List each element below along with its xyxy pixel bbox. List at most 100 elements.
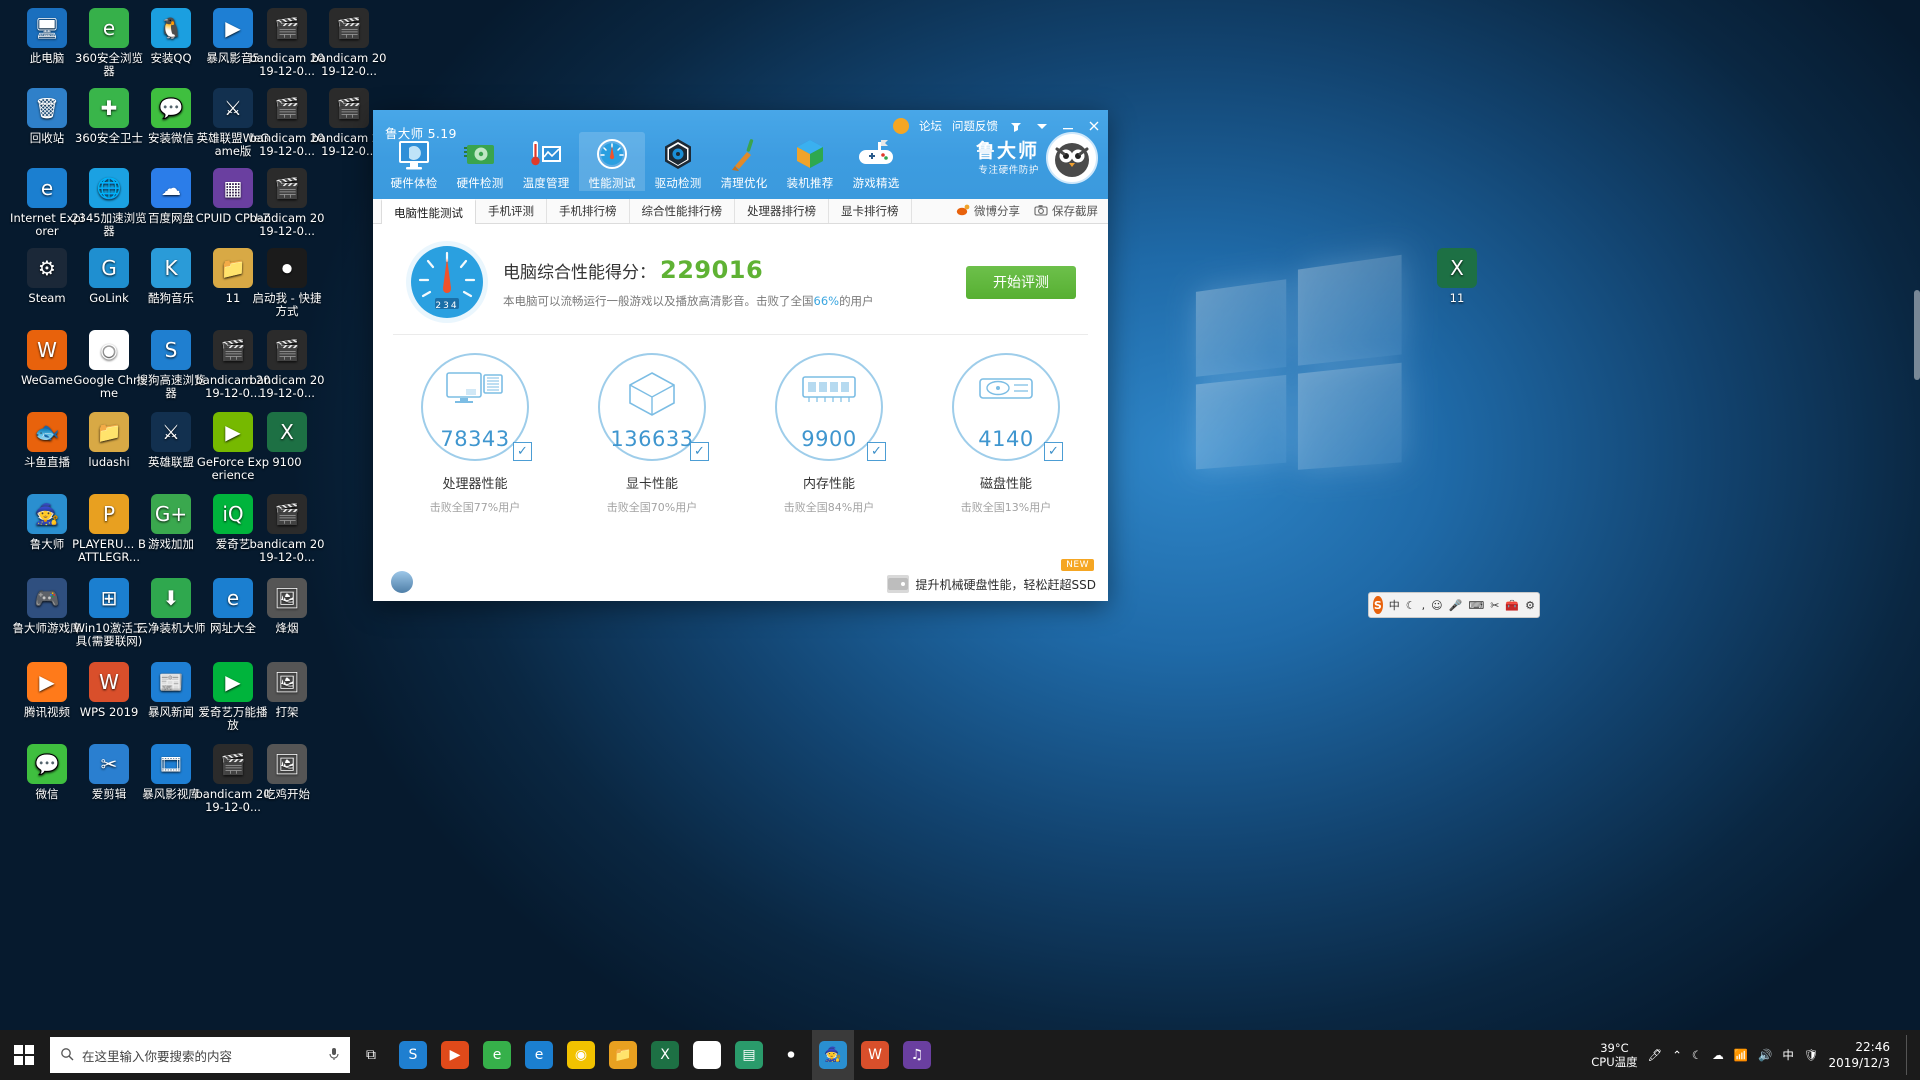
desktop-icon-41[interactable]: 🖼 烽烟	[248, 578, 326, 635]
desktop-icon-51[interactable]: 🖼 吃鸡开始	[248, 744, 326, 801]
cpuz-icon: ▦	[213, 168, 253, 208]
desktop-icon-31[interactable]: X 9100	[248, 412, 326, 469]
desktop-icon-5[interactable]: 🎬 bandicam 2019-12-0...	[310, 8, 388, 77]
forum-link[interactable]: 论坛	[919, 118, 942, 134]
taskbar-button-5[interactable]: ◉	[560, 1030, 602, 1080]
pen-icon[interactable]: 🖊	[1648, 1048, 1663, 1062]
taskbar-button-8[interactable]: ◉	[686, 1030, 728, 1080]
mic-icon[interactable]: 🎤	[1449, 599, 1463, 612]
toolbar-item-7[interactable]: 游戏精选	[843, 132, 909, 191]
tab-5[interactable]: 显卡排行榜	[829, 199, 912, 223]
check-icon[interactable]: ✓	[690, 442, 709, 461]
taskbar-clock[interactable]: 22:46 2019/12/3	[1828, 1039, 1896, 1071]
record-shortcut-icon: ⏺	[267, 248, 307, 288]
desktop-icon-26[interactable]: 🎬 bandicam 2019-12-0...	[248, 330, 326, 399]
screenshot-icon[interactable]: ✂	[1490, 599, 1499, 612]
footer-logo-icon[interactable]	[391, 571, 413, 593]
performance-card-0[interactable]: 78343 ✓ 处理器性能 击败全国77%用户	[395, 353, 555, 515]
ludashi-icon: 🧙	[27, 494, 67, 534]
tab-0[interactable]: 电脑性能测试	[381, 199, 476, 224]
tab-action-0[interactable]: 微博分享	[956, 203, 1020, 220]
toolbar-item-4[interactable]: 驱动检测	[645, 132, 711, 191]
tab-action-1[interactable]: 保存截屏	[1034, 203, 1098, 220]
ludashi-window[interactable]: 鲁大师 5.19 论坛 问题反馈 硬件体检 硬件检测 温度管理 性能测试 驱动检测 清理优…	[373, 110, 1108, 601]
taskbar-button-3[interactable]: e	[476, 1030, 518, 1080]
hard-disk-icon	[954, 371, 1058, 405]
ime-toolbar[interactable]: S 中 ☾ , ☺ 🎤 ⌨ ✂ 🧰 ⚙	[1368, 592, 1540, 618]
taskbar-button-9[interactable]: ▤	[728, 1030, 770, 1080]
check-icon[interactable]: ✓	[513, 442, 532, 461]
toolbox-icon[interactable]: 🧰	[1505, 599, 1519, 612]
taskbar-button-7[interactable]: X	[644, 1030, 686, 1080]
network-icon[interactable]: 📶	[1734, 1048, 1748, 1062]
keyboard-icon[interactable]: ⌨	[1468, 599, 1484, 612]
toolbar-item-label: 装机推荐	[786, 176, 834, 190]
taskbar-button-11[interactable]: 🧙	[812, 1030, 854, 1080]
system-tray: 39°C CPU温度 🖊 ⌃ ☾ ☁ 📶 🔊 中 🛡 22:46 2019/12…	[1591, 1035, 1920, 1075]
mic-icon[interactable]	[328, 1047, 340, 1064]
desktop-icon-46[interactable]: 🖼 打架	[248, 662, 326, 719]
taskbar-button-10[interactable]: ⏺	[770, 1030, 812, 1080]
gear-icon[interactable]: ⚙	[1525, 599, 1535, 612]
toolbar-item-label: 游戏精选	[852, 176, 900, 190]
cloud-icon[interactable]: ☁	[1712, 1048, 1724, 1062]
chevron-up-icon[interactable]: ⌃	[1672, 1048, 1682, 1062]
promo-banner[interactable]: 提升机械硬盘性能，轻松赶超SSD	[886, 575, 1096, 593]
tab-1[interactable]: 手机评测	[476, 199, 547, 223]
toolbar-item-label: 硬件体检	[390, 176, 438, 190]
web-nav-icon: e	[213, 578, 253, 618]
desktop-scrollbar[interactable]	[1914, 290, 1920, 380]
taskbar-button-0[interactable]: ⧉	[350, 1030, 392, 1080]
pubg-icon: P	[89, 494, 129, 534]
taskbar-button-13[interactable]: ♫	[896, 1030, 938, 1080]
desktop-icon-label: 吃鸡开始	[264, 787, 310, 801]
performance-card-2[interactable]: 9900 ✓ 内存性能 击败全国84%用户	[749, 353, 909, 515]
taskbar-button-1[interactable]: S	[392, 1030, 434, 1080]
smiley-icon[interactable]: ☺	[1431, 599, 1442, 612]
tab-4[interactable]: 处理器排行榜	[735, 199, 829, 223]
taskbar-button-6[interactable]: 📁	[602, 1030, 644, 1080]
moon-icon[interactable]: ☾	[1692, 1048, 1702, 1062]
toolbar-item-3[interactable]: 性能测试	[579, 132, 645, 191]
tab-3[interactable]: 综合性能排行榜	[630, 199, 735, 223]
taskbar-button-12[interactable]: W	[854, 1030, 896, 1080]
toolbar-item-2[interactable]: 温度管理	[513, 132, 579, 191]
desktop-icon-36[interactable]: 🎬 bandicam 2019-12-0...	[248, 494, 326, 563]
desktop-icon-11-excel[interactable]: X 11	[1418, 248, 1496, 305]
performance-card-1[interactable]: 136633 ✓ 显卡性能 击败全国70%用户	[572, 353, 732, 515]
task-view-icon: ⧉	[366, 1047, 376, 1063]
toolbar-item-5[interactable]: 清理优化	[711, 132, 777, 191]
toolbar-item-1[interactable]: 硬件检测	[447, 132, 513, 191]
cpu-temp-widget[interactable]: 39°C CPU温度	[1591, 1041, 1637, 1069]
taskbar-search-input[interactable]: 在这里输入你要搜索的内容	[50, 1037, 350, 1073]
cube-icon	[791, 135, 829, 173]
toolbar-item-6[interactable]: 装机推荐	[777, 132, 843, 191]
taskbar-button-2[interactable]: ▶	[434, 1030, 476, 1080]
mascot-avatar[interactable]	[1046, 132, 1098, 184]
sogou-logo-icon[interactable]: S	[1373, 596, 1383, 614]
baidu-netdisk-icon: ☁	[151, 168, 191, 208]
score-desc-prefix: 本电脑可以流畅运行一般游戏以及播放高清影音。击败了全国	[503, 293, 814, 308]
ime-mode-label[interactable]: 中	[1389, 597, 1400, 613]
ime-cn-icon[interactable]: 中	[1782, 1047, 1794, 1063]
show-desktop-button[interactable]	[1906, 1035, 1912, 1075]
taskbar-button-4[interactable]: e	[518, 1030, 560, 1080]
360-browser-icon: e	[483, 1041, 511, 1069]
shield-360-icon: ✚	[89, 88, 129, 128]
start-button[interactable]	[0, 1030, 48, 1080]
desktop-icon-21[interactable]: ⏺ 启动我 - 快捷方式	[248, 248, 326, 317]
moon-icon[interactable]: ☾	[1406, 599, 1416, 612]
tab-2[interactable]: 手机排行榜	[547, 199, 630, 223]
toolbar-item-label: 清理优化	[720, 176, 768, 190]
card-title: 磁盘性能	[979, 477, 1032, 492]
performance-card-3[interactable]: 4140 ✓ 磁盘性能 击败全国13%用户	[926, 353, 1086, 515]
check-icon[interactable]: ✓	[867, 442, 886, 461]
desktop-icon-16[interactable]: 🎬 bandicam 2019-12-0...	[248, 168, 326, 237]
volume-icon[interactable]: 🔊	[1758, 1048, 1772, 1062]
comma-icon[interactable]: ,	[1422, 599, 1426, 612]
toolbar-item-0[interactable]: 硬件体检	[381, 132, 447, 191]
shield-icon[interactable]: 🛡	[1804, 1048, 1819, 1062]
card-subtitle: 击败全国70%用户	[606, 501, 698, 514]
start-benchmark-button[interactable]: 开始评测	[966, 265, 1076, 299]
check-icon[interactable]: ✓	[1044, 442, 1063, 461]
